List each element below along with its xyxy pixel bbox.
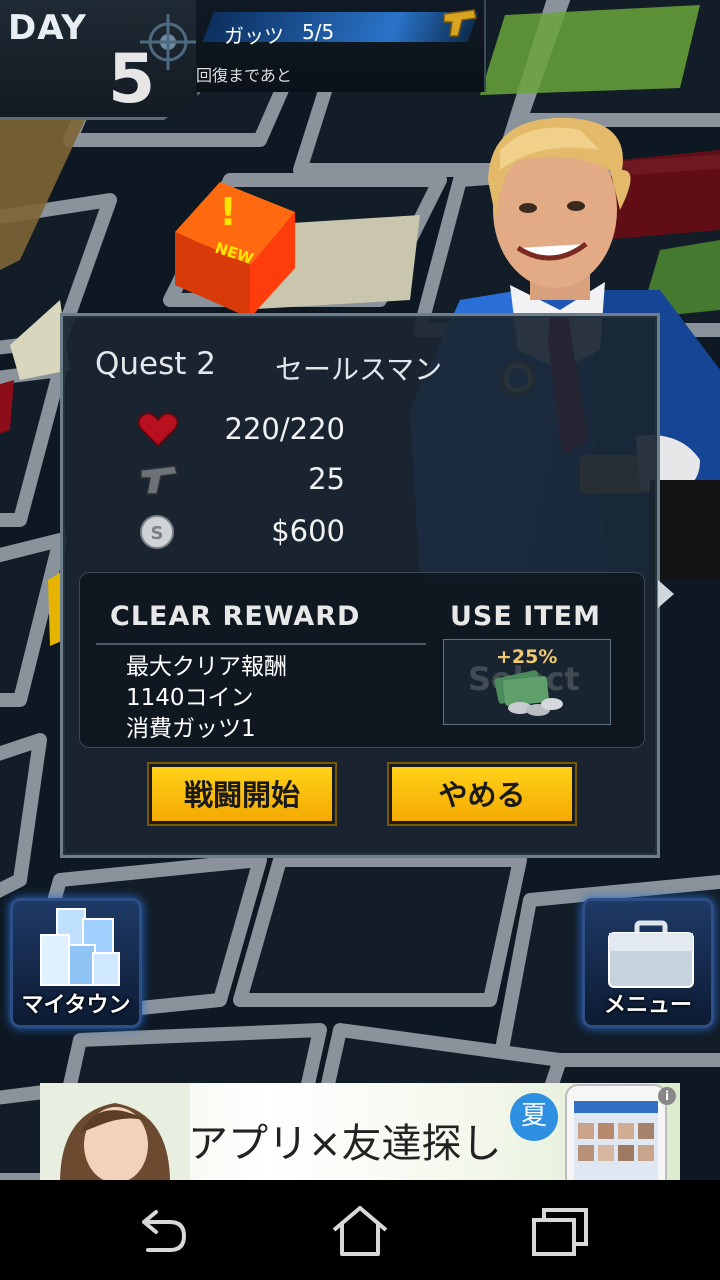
recent-apps-icon[interactable]: [530, 1204, 590, 1258]
item-bonus: +25%: [496, 646, 558, 668]
reward-line: 最大クリア報酬: [126, 654, 287, 680]
reward-line: 1140コイン: [126, 685, 254, 711]
stat-attack: 25: [135, 458, 345, 504]
guts-label: ガッツ: [224, 24, 284, 48]
attack-value: 25: [308, 462, 345, 496]
use-item-title: USE ITEM: [450, 601, 601, 632]
ad-banner[interactable]: アプリ×友達探し 夏 i: [40, 1083, 680, 1180]
svg-text:!: !: [219, 190, 236, 234]
clear-reward-title: CLEAR REWARD: [110, 601, 361, 632]
reward-line: 消費ガッツ1: [126, 716, 256, 742]
briefcase-icon: [608, 920, 694, 988]
day-number: 5: [108, 40, 156, 119]
game-screen: ! NEW DAY 5 ガッツ 5/5 回復まであと Quest 2 セールスマ…: [0, 0, 720, 1180]
quest-enemy-name: セールスマン: [275, 353, 443, 386]
stat-money: S $600: [135, 510, 345, 556]
coin-icon: S: [140, 515, 174, 549]
guts-meter: ガッツ 5/5 回復まであと: [196, 0, 486, 92]
guts-value: 5/5: [302, 20, 335, 44]
svg-text:S: S: [151, 523, 164, 544]
money-bag-icon: [494, 670, 563, 716]
buildings-icon: [40, 908, 120, 986]
menu-label: メニュー: [603, 993, 692, 1018]
day-counter: DAY 5: [0, 0, 200, 120]
item-select-slot[interactable]: Select +25%: [443, 639, 611, 725]
recover-timer-label: 回復まであと: [196, 66, 292, 85]
home-icon[interactable]: [330, 1204, 390, 1258]
system-nav-bar: [0, 1180, 720, 1280]
stat-hp: 220/220: [135, 408, 345, 454]
mytown-button[interactable]: マイタウン: [10, 898, 142, 1028]
hp-value: 220/220: [224, 412, 345, 446]
next-arrow-icon[interactable]: [658, 580, 674, 608]
quest-title: Quest 2: [95, 346, 217, 382]
day-label: DAY: [8, 8, 87, 48]
ad-phone-image: [565, 1084, 667, 1180]
menu-button[interactable]: メニュー: [582, 898, 714, 1028]
money-value: $600: [271, 514, 345, 548]
reward-section: CLEAR REWARD 最大クリア報酬 1140コイン 消費ガッツ1 USE …: [79, 572, 645, 748]
ad-model-photo: [40, 1083, 190, 1180]
gold-gun-icon: [443, 9, 477, 37]
heart-icon: [137, 412, 179, 448]
divider: [96, 643, 426, 645]
pistol-icon: [140, 465, 178, 495]
quest-dialog: Quest 2 セールスマン 220/220 25 S $600 CLEAR R…: [60, 313, 660, 858]
ad-summer-badge: 夏: [510, 1093, 558, 1141]
back-icon[interactable]: [130, 1204, 190, 1258]
start-battle-button[interactable]: 戦闘開始: [147, 762, 337, 826]
ad-info-icon[interactable]: i: [658, 1087, 676, 1105]
mytown-label: マイタウン: [21, 993, 131, 1018]
cancel-button[interactable]: やめる: [387, 762, 577, 826]
ad-headline: アプリ×友達探し: [188, 1121, 502, 1167]
